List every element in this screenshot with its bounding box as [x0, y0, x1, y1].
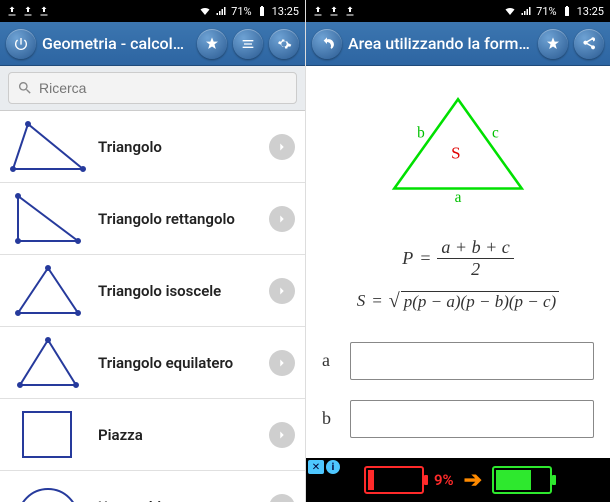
app-bar-left: Geometria - calcolatrice [0, 22, 305, 66]
search-wrap [0, 66, 305, 111]
clock: 13:25 [272, 5, 299, 18]
list-item-label: Triangolo rettangolo [98, 210, 259, 228]
list-item-label: Triangolo equilatero [98, 354, 259, 372]
battery-pct: 71% [231, 5, 251, 18]
shape-icon-square [8, 405, 88, 465]
favorite-button[interactable] [538, 29, 568, 59]
search-input[interactable] [39, 80, 288, 96]
label-a: a [455, 189, 462, 206]
clock: 13:25 [577, 5, 604, 18]
triangle-diagram: b c a S [306, 76, 610, 212]
label-S: S [451, 144, 460, 163]
battery-icon [561, 5, 573, 17]
input-a[interactable] [350, 342, 594, 380]
app-bar-right: Area utilizzando la formul... [306, 22, 610, 66]
list-item-label: Triangolo isoscele [98, 282, 259, 300]
upload-icon [312, 5, 324, 17]
formula-perimeter: P = a + b + c 2 [306, 238, 610, 279]
search-icon [17, 80, 33, 96]
input-row-a: a [322, 342, 594, 380]
list-button[interactable] [233, 29, 263, 59]
ad-close-icon[interactable]: ✕ [308, 460, 324, 474]
chevron-right-icon [269, 134, 295, 160]
list-item-right-triangle[interactable]: Triangolo rettangolo [0, 183, 305, 255]
shape-icon-equilateral [8, 333, 88, 393]
label-c: c [492, 125, 499, 142]
formula-area: S = √ p(p − a)(p − b)(p − c) [306, 291, 610, 312]
ad-banner[interactable]: ✕ i 9% ➔ [306, 458, 610, 502]
label-b: b [417, 125, 425, 142]
signal-icon [215, 5, 227, 17]
list-item-label: Piazza [98, 426, 259, 444]
back-button[interactable] [312, 29, 342, 59]
wifi-icon [199, 5, 211, 17]
list-item-circle[interactable]: Un cerchio [0, 471, 305, 502]
search-box[interactable] [8, 72, 297, 104]
list-item-triangle[interactable]: Triangolo [0, 111, 305, 183]
ad-info-icon[interactable]: i [326, 460, 340, 474]
power-button[interactable] [6, 29, 36, 59]
shape-icon-right-triangle [8, 189, 88, 249]
list-item-square[interactable]: Piazza [0, 399, 305, 471]
detail-content: b c a S P = a + b + c 2 S = [306, 66, 610, 502]
app-title: Area utilizzando la formul... [348, 34, 532, 53]
list-item-label: Triangolo [98, 138, 259, 156]
upload-icon [328, 5, 340, 17]
signal-icon [520, 5, 532, 17]
upload-icon [344, 5, 356, 17]
battery-low-icon [364, 466, 424, 494]
shape-icon-triangle [8, 117, 88, 177]
input-row-b: b [322, 400, 594, 438]
upload-icon [6, 5, 18, 17]
list-item-isoceles[interactable]: Triangolo isoscele [0, 255, 305, 327]
favorite-button[interactable] [197, 29, 227, 59]
screen-list: 71% 13:25 Geometria - calcolatrice [0, 0, 305, 502]
arrow-right-icon: ➔ [464, 468, 482, 493]
chevron-right-icon [269, 494, 295, 502]
list-item-equilateral[interactable]: Triangolo equilatero [0, 327, 305, 399]
battery-pct: 71% [536, 5, 556, 18]
ad-pct: 9% [434, 471, 454, 489]
shape-icon-circle [8, 477, 88, 502]
wifi-icon [504, 5, 516, 17]
chevron-right-icon [269, 350, 295, 376]
upload-icon [38, 5, 50, 17]
list-item-label: Un cerchio [98, 498, 259, 502]
status-bar: 71% 13:25 [0, 0, 305, 22]
input-label-b: b [322, 408, 340, 429]
shape-icon-isoceles [8, 261, 88, 321]
chevron-right-icon [269, 278, 295, 304]
inputs: a b [306, 342, 610, 438]
chevron-right-icon [269, 206, 295, 232]
battery-icon [256, 5, 268, 17]
share-button[interactable] [574, 29, 604, 59]
upload-icon [22, 5, 34, 17]
battery-full-icon [492, 466, 552, 494]
settings-button[interactable] [269, 29, 299, 59]
app-title: Geometria - calcolatrice [42, 34, 191, 53]
formulas: P = a + b + c 2 S = √ p(p − a)(p − b)(p … [306, 238, 610, 312]
input-b[interactable] [350, 400, 594, 438]
shape-list: Triangolo Triangolo rettangolo Triangolo… [0, 111, 305, 502]
status-bar: 71% 13:25 [306, 0, 610, 22]
input-label-a: a [322, 350, 340, 371]
chevron-right-icon [269, 422, 295, 448]
screen-detail: 71% 13:25 Area utilizzando la formul... … [305, 0, 610, 502]
